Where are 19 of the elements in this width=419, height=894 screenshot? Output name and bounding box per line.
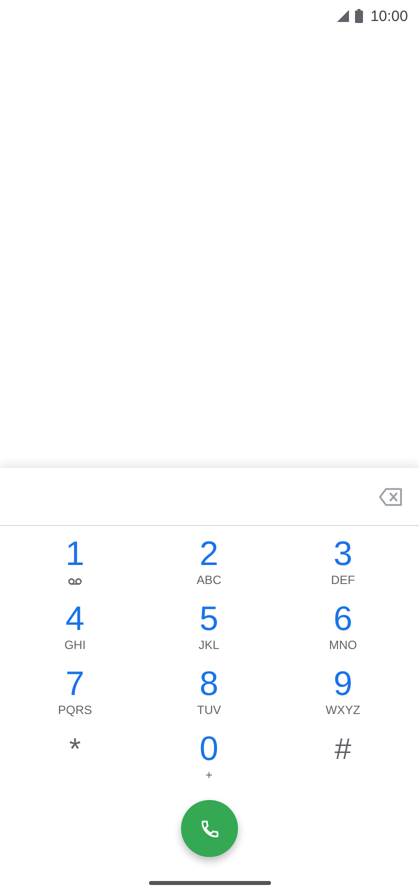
dial-key[interactable]: 9 WXYZ: [276, 662, 410, 727]
battery-icon: [355, 9, 364, 23]
dial-key[interactable]: 7 PQRS: [8, 662, 142, 727]
call-button[interactable]: [181, 800, 238, 857]
dial-key[interactable]: 5 JKL: [142, 597, 276, 662]
dial-key[interactable]: 0 +: [142, 727, 276, 792]
dial-key[interactable]: 1: [8, 532, 142, 597]
dial-key[interactable]: 2 ABC: [142, 532, 276, 597]
dial-key[interactable]: 3 DEF: [276, 532, 410, 597]
signal-icon: [337, 10, 350, 22]
dial-key[interactable]: 8 TUV: [142, 662, 276, 727]
voicemail-icon: [68, 578, 82, 585]
dial-key[interactable]: #: [276, 727, 410, 792]
backspace-icon[interactable]: [379, 488, 403, 506]
status-time: 10:00: [370, 8, 408, 24]
phone-icon: [200, 818, 220, 838]
dial-key[interactable]: 4 GHI: [8, 597, 142, 662]
dial-key[interactable]: *: [8, 727, 142, 792]
dial-key[interactable]: 6 MNO: [276, 597, 410, 662]
